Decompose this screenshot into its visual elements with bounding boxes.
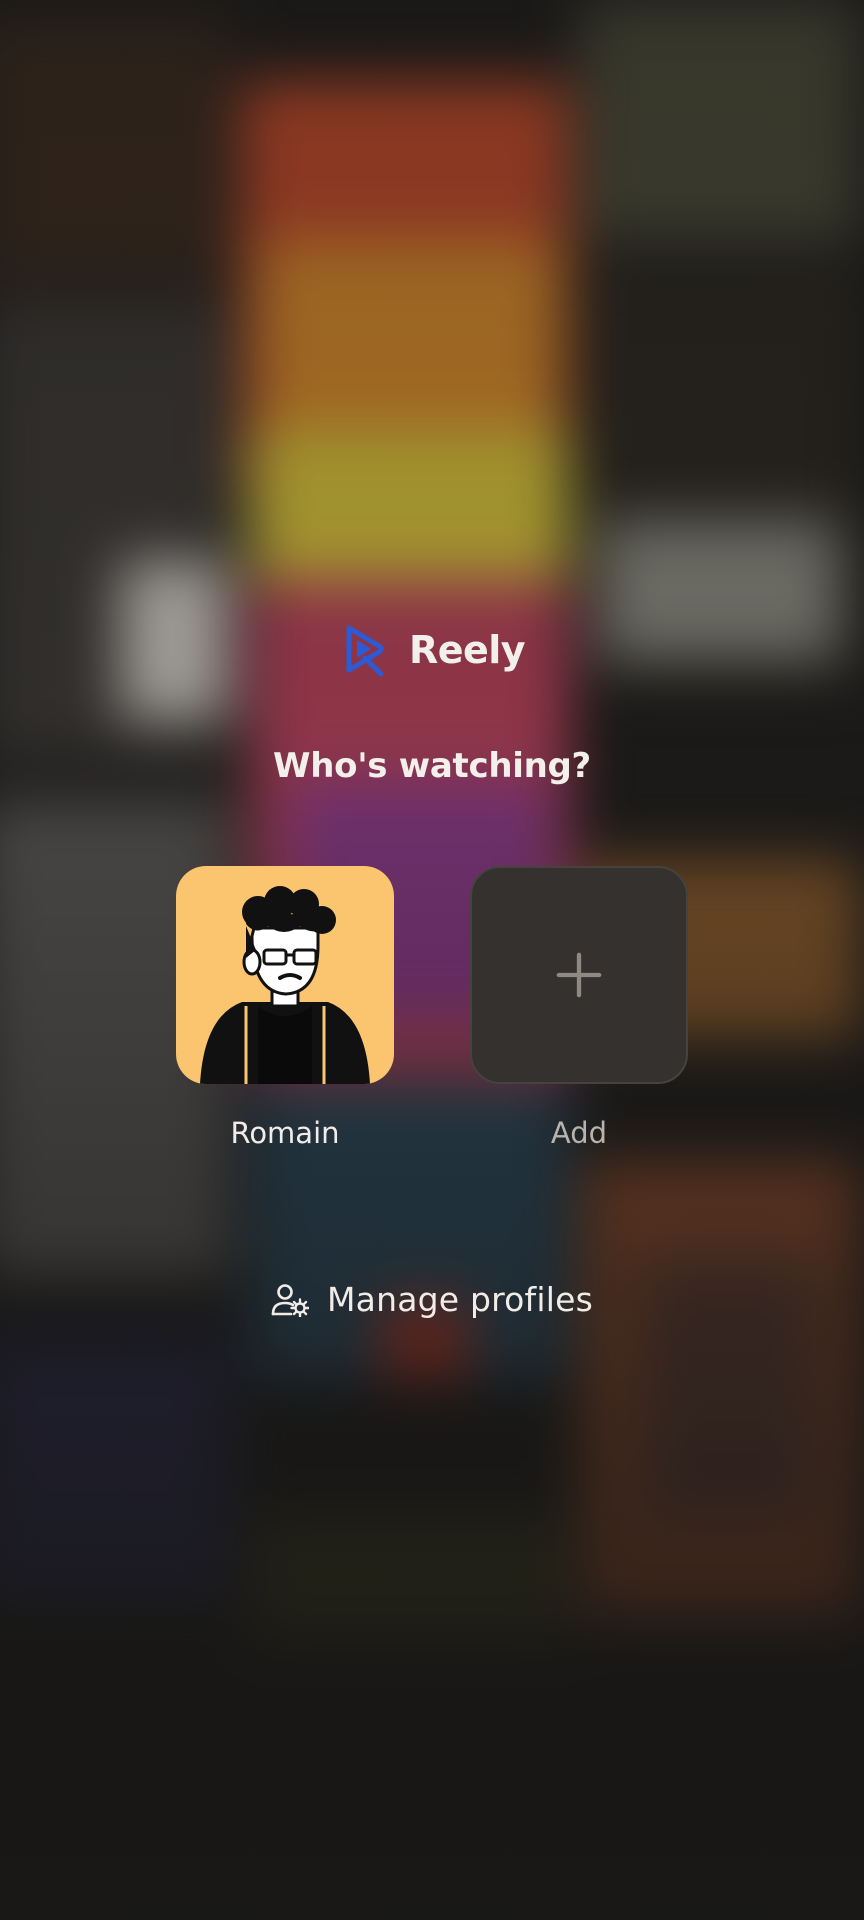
reely-logo-icon bbox=[346, 625, 384, 677]
page-title: Who's watching? bbox=[273, 746, 591, 786]
brand-header: Reely bbox=[0, 622, 864, 678]
profile-romain[interactable]: Romain bbox=[175, 866, 395, 1150]
brand-name: Reely bbox=[408, 628, 526, 672]
backdrop-dim-overlay bbox=[0, 0, 864, 1920]
manage-profiles-button[interactable]: Manage profiles bbox=[0, 1280, 864, 1319]
add-profile[interactable]: Add bbox=[469, 866, 689, 1150]
profile-name[interactable]: Romain bbox=[175, 1116, 395, 1150]
manage-profiles-label[interactable]: Manage profiles bbox=[327, 1280, 593, 1319]
profile-avatar[interactable] bbox=[176, 866, 394, 1084]
add-profile-label[interactable]: Add bbox=[469, 1116, 689, 1150]
plus-icon bbox=[556, 952, 602, 998]
add-profile-button[interactable] bbox=[470, 866, 688, 1084]
cartoon-avatar-icon bbox=[200, 886, 370, 1084]
profile-picker-screen: Reely Who's watching? Romain Add Manage … bbox=[0, 0, 864, 1920]
user-settings-icon bbox=[271, 1283, 309, 1317]
